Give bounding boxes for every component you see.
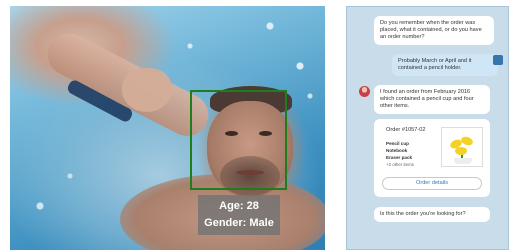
order-details-button[interactable]: Order details [382, 177, 482, 190]
face-detection-photo: Age: 28 Gender: Male [10, 6, 325, 250]
order-title: Order #1057-02 [386, 127, 426, 133]
face-detection-box [190, 90, 287, 190]
order-item: Notebook [386, 148, 408, 153]
chat-panel: Do you remember when the order was place… [346, 6, 509, 250]
face-attributes-label: Age: 28 Gender: Male [198, 195, 280, 235]
bot-message-question: Do you remember when the order was place… [374, 16, 494, 45]
user-message: Probably March or April and it contained… [392, 54, 498, 76]
product-thumbnail [441, 127, 483, 167]
user-avatar-icon [493, 55, 503, 65]
age-label: Age: 28 [219, 200, 259, 212]
order-card: Order #1057-02 Pencil cup Notebook Erase… [374, 119, 490, 197]
flower-petal [459, 135, 475, 147]
gender-label: Gender: Male [204, 217, 274, 229]
bot-message-found: I found an order from February 2016 whic… [374, 85, 490, 114]
order-item: Eraser pack [386, 155, 413, 160]
order-more-items: +2 other items [386, 162, 414, 167]
flower-petal [455, 147, 467, 155]
order-item: Pencil cup [386, 141, 409, 146]
pencil-cup [454, 158, 472, 164]
bot-message-confirm: Is this the order you're looking for? [374, 207, 490, 222]
bot-avatar-icon [359, 86, 370, 97]
